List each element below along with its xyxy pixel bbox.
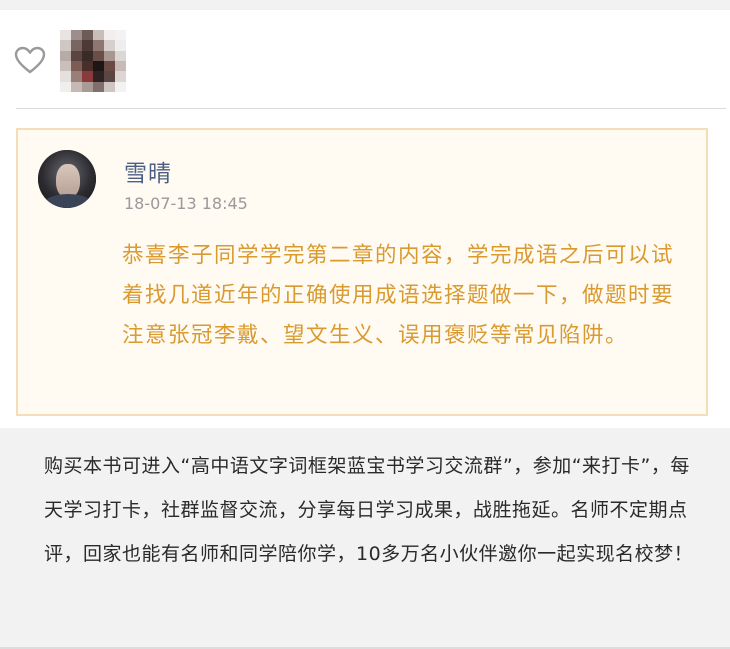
heart-outline-icon[interactable] [14, 46, 46, 74]
promo-text: 购买本书可进入“高中语文字词框架蓝宝书学习交流群”，参加“来打卡”，每天学习打卡… [44, 455, 694, 565]
comment-author[interactable]: 雪晴 [124, 154, 172, 188]
comment-text: 恭喜李子同学学完第二章的内容，学完成语之后可以试着找几道近年的正确使用成语选择题… [122, 243, 675, 348]
like-row [0, 10, 730, 108]
liker-avatar[interactable] [60, 30, 126, 92]
teacher-comment: 雪晴 18-07-13 18:45 恭喜李子同学学完第二章的内容，学完成语之后可… [16, 128, 708, 416]
divider [16, 108, 726, 109]
user-avatar[interactable] [38, 150, 96, 208]
comment-timestamp: 18-07-13 18:45 [124, 194, 248, 213]
post-card: 雪晴 18-07-13 18:45 恭喜李子同学学完第二章的内容，学完成语之后可… [0, 10, 730, 428]
top-strip [0, 0, 730, 10]
